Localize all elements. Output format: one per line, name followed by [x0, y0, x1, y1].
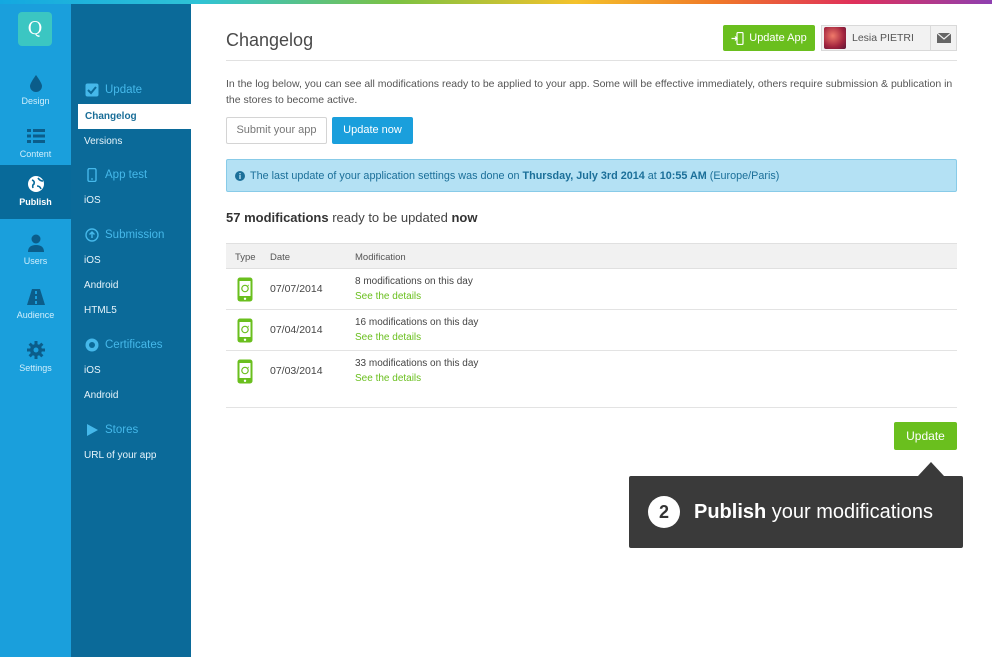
update-button[interactable]: Update: [894, 422, 957, 450]
table-header: Type Date Modification: [226, 243, 957, 269]
user-menu[interactable]: Lesia PIETRI: [821, 25, 957, 51]
info-time: 10:55 AM: [659, 169, 707, 182]
section-update: Update: [85, 83, 142, 97]
subnav-item-versions[interactable]: Versions: [84, 136, 122, 147]
row-modifications: 8 modifications on this day: [355, 276, 473, 287]
table-row: 07/07/2014 8 modifications on this day S…: [226, 269, 957, 310]
info-icon: [235, 170, 245, 181]
section-title: Update: [105, 84, 143, 96]
section-title: Certificates: [105, 339, 163, 351]
phone-update-icon: [237, 318, 253, 343]
row-date: 07/03/2014: [270, 365, 323, 377]
see-details-link[interactable]: See the details: [355, 291, 421, 302]
section-app-test: App test: [85, 168, 147, 182]
info-prefix: The last update of your application sett…: [250, 169, 523, 182]
rail-item-content[interactable]: Content: [0, 117, 71, 171]
subnav-item-apptest-ios[interactable]: iOS: [84, 195, 101, 206]
section-title: App test: [105, 169, 148, 181]
intro-text: In the log below, you can see all modifi…: [226, 78, 953, 106]
rail-label: Design: [21, 96, 50, 106]
phone-update-icon: [237, 277, 253, 302]
mobile-icon: [87, 168, 97, 182]
globe-icon: [27, 176, 44, 192]
rail-item-users[interactable]: Users: [0, 224, 71, 278]
header-date: Date: [270, 252, 291, 263]
tooltip-arrow: [918, 462, 944, 476]
info-date: Thursday, July 3rd 2014: [522, 169, 645, 182]
gear-icon: [26, 341, 45, 359]
list-icon: [26, 129, 45, 143]
rail-label: Audience: [16, 310, 55, 320]
last-update-info-banner: The last update of your application sett…: [226, 159, 957, 192]
subnav-item-submission-android[interactable]: Android: [84, 280, 118, 291]
table-row: 07/04/2014 16 modifications on this day …: [226, 310, 957, 351]
section-submission: Submission: [85, 228, 164, 242]
tooltip-text: Publish your modifications: [694, 501, 933, 524]
badge-icon: [85, 338, 99, 352]
rail-label: Publish: [19, 197, 52, 207]
header-modification: Modification: [355, 252, 406, 263]
main-content: Changelog Update App Lesia PIETRI In the…: [191, 0, 992, 657]
changelog-table: Type Date Modification 07/07/2014 8 modi…: [226, 243, 957, 392]
rail-item-settings[interactable]: Settings: [0, 331, 71, 385]
user-name: Lesia PIETRI: [852, 32, 914, 44]
rail-label: Settings: [19, 363, 52, 373]
row-modifications: 33 modifications on this day: [355, 358, 479, 369]
modifications-count: 57 modifications ready to be updated now: [226, 210, 477, 225]
subnav-item-certificates-ios[interactable]: iOS: [84, 365, 101, 376]
subnav-item-submission-html5[interactable]: HTML5: [84, 305, 117, 316]
upload-circle-icon: [85, 228, 99, 242]
info-timezone: (Europe/Paris): [706, 169, 780, 182]
subnav-item-certificates-android[interactable]: Android: [84, 390, 118, 401]
rail-label: Users: [23, 256, 48, 266]
section-title: Stores: [105, 424, 139, 436]
page-title: Changelog: [226, 30, 314, 50]
rail-item-design[interactable]: Design: [0, 64, 71, 118]
update-now-button[interactable]: Update now: [332, 117, 413, 144]
tooltip-rest: your modifications: [766, 500, 933, 523]
see-details-link[interactable]: See the details: [355, 332, 421, 343]
section-certificates: Certificates: [85, 338, 163, 352]
avatar: [824, 27, 846, 49]
rail-label: Content: [19, 149, 52, 159]
rail-item-audience[interactable]: Audience: [0, 278, 71, 332]
header-type: Type: [235, 252, 256, 263]
envelope-icon: [936, 33, 951, 43]
update-app-button[interactable]: Update App: [723, 25, 815, 51]
app-logo[interactable]: Q: [18, 12, 52, 46]
count-when: now: [451, 210, 478, 225]
top-color-bar: [0, 0, 992, 4]
table-row: 07/03/2014 33 modifications on this day …: [226, 351, 957, 392]
see-details-link[interactable]: See the details: [355, 373, 421, 384]
count-middle: ready to be updated: [328, 210, 452, 225]
submit-your-app-button[interactable]: Submit your app: [226, 117, 327, 144]
count-number: 57 modifications: [226, 210, 329, 225]
row-date: 07/07/2014: [270, 283, 323, 295]
subnav-item-url-of-your-app[interactable]: URL of your app: [84, 450, 156, 461]
rail-item-publish[interactable]: Publish: [0, 165, 71, 219]
table-bottom-divider: [226, 407, 957, 408]
info-at: at: [644, 169, 660, 182]
user-icon: [27, 234, 44, 252]
play-icon: [87, 424, 98, 436]
phone-update-icon: [237, 359, 253, 384]
drop-icon: [29, 75, 42, 92]
tooltip-bold: Publish: [694, 500, 767, 523]
checkbox-icon: [85, 83, 99, 97]
section-title: Submission: [105, 229, 165, 241]
secondary-nav: Update Changelog Versions App test iOS S…: [71, 0, 191, 657]
icon-rail: Q Design Content Publish Users Audience …: [0, 0, 71, 657]
messages-button[interactable]: [930, 26, 956, 50]
title-divider: [226, 60, 957, 61]
publish-tooltip: 2 Publish your modifications: [629, 476, 963, 548]
row-date: 07/04/2014: [270, 324, 323, 336]
row-modifications: 16 modifications on this day: [355, 317, 479, 328]
subnav-item-submission-ios[interactable]: iOS: [84, 255, 101, 266]
update-app-label: Update App: [749, 32, 807, 44]
section-stores: Stores: [85, 423, 138, 437]
subnav-item-changelog[interactable]: Changelog: [78, 104, 191, 129]
device-arrow-icon: [731, 31, 744, 45]
road-icon: [26, 289, 45, 305]
step-number: 2: [648, 496, 680, 528]
